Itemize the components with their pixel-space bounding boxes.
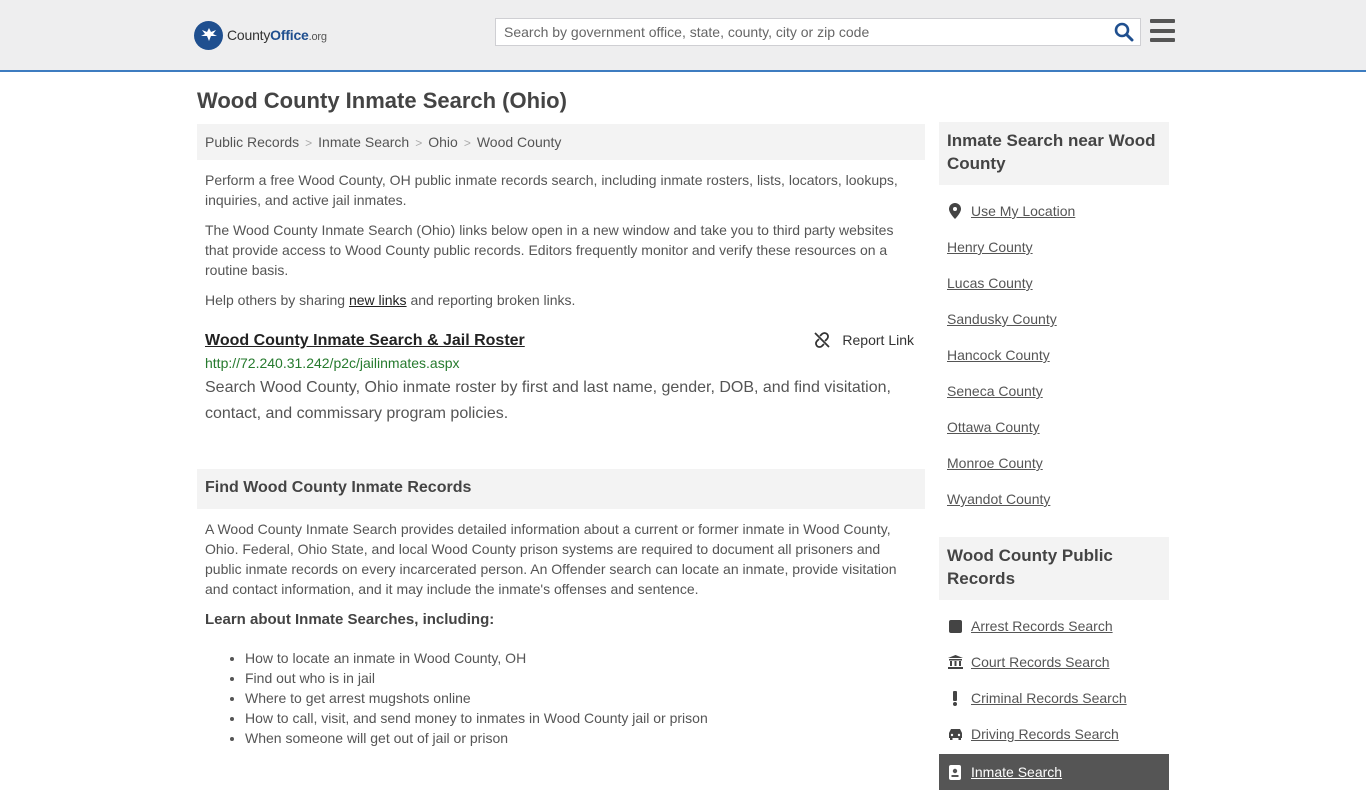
sidebar-item-monroe-county[interactable]: Monroe County xyxy=(947,445,1161,481)
breadcrumb-public-records[interactable]: Public Records xyxy=(205,134,299,150)
learn-list: How to locate an inmate in Wood County, … xyxy=(197,648,925,748)
county-link[interactable]: Monroe County xyxy=(947,455,1043,471)
breadcrumb-separator: > xyxy=(305,136,313,150)
arrest-records-link[interactable]: Arrest Records Search xyxy=(971,618,1113,634)
intro-paragraph-1: Perform a free Wood County, OH public in… xyxy=(205,172,898,208)
list-item: Find out who is in jail xyxy=(245,668,925,688)
menu-line xyxy=(1150,38,1175,42)
breadcrumb-separator: > xyxy=(463,136,471,150)
find-records-heading: Find Wood County Inmate Records xyxy=(197,469,925,509)
result-description: Search Wood County, Ohio inmate roster b… xyxy=(205,379,891,422)
public-records-list: Arrest Records Search Court Records Sear… xyxy=(939,600,1169,752)
nearby-list: Use My Location Henry County Lucas Count… xyxy=(939,185,1169,517)
search-bar xyxy=(495,18,1141,46)
search-icon xyxy=(1114,22,1134,42)
nearby-heading: Inmate Search near Wood County xyxy=(939,122,1169,185)
sidebar-item-use-location[interactable]: Use My Location xyxy=(947,193,1161,229)
sidebar-item-wyandot-county[interactable]: Wyandot County xyxy=(947,481,1161,517)
logo-office: Office xyxy=(270,27,309,43)
sidebar-item-hancock-county[interactable]: Hancock County xyxy=(947,337,1161,373)
inmate-search-link[interactable]: Inmate Search xyxy=(971,764,1062,780)
criminal-records-link[interactable]: Criminal Records Search xyxy=(971,690,1127,706)
list-item: Where to get arrest mugshots online xyxy=(245,688,925,708)
exclamation-icon xyxy=(947,690,963,706)
sidebar-item-inmate-search-active[interactable]: Inmate Search xyxy=(939,754,1169,790)
county-link[interactable]: Sandusky County xyxy=(947,311,1057,327)
county-link[interactable]: Hancock County xyxy=(947,347,1050,363)
sidebar-item-sandusky-county[interactable]: Sandusky County xyxy=(947,301,1161,337)
map-pin-icon xyxy=(947,203,963,219)
sidebar-item-henry-county[interactable]: Henry County xyxy=(947,229,1161,265)
sidebar-item-lucas-county[interactable]: Lucas County xyxy=(947,265,1161,301)
sidebar-item-criminal-records[interactable]: Criminal Records Search xyxy=(947,680,1161,716)
sidebar-item-arrest-records[interactable]: Arrest Records Search xyxy=(947,608,1161,644)
search-button[interactable] xyxy=(1114,22,1136,44)
sidebar-item-ottawa-county[interactable]: Ottawa County xyxy=(947,409,1161,445)
list-item: When someone will get out of jail or pri… xyxy=(245,728,925,748)
new-links-link[interactable]: new links xyxy=(349,292,407,308)
intro-text-after: and reporting broken links. xyxy=(406,292,576,308)
square-icon xyxy=(947,619,963,633)
site-logo[interactable]: CountyOffice.org xyxy=(194,20,327,50)
breadcrumb-inmate-search[interactable]: Inmate Search xyxy=(318,134,409,150)
find-records-body: A Wood County Inmate Search provides det… xyxy=(205,521,897,597)
intro-paragraph-2: The Wood County Inmate Search (Ohio) lin… xyxy=(205,222,894,278)
list-item: How to call, visit, and send money to in… xyxy=(245,708,925,728)
logo-eagle-icon xyxy=(194,20,223,50)
intro-paragraph-3: Help others by sharing new links and rep… xyxy=(197,290,925,310)
main-content: Public Records > Inmate Search > Ohio > Wood C… xyxy=(197,124,925,748)
county-link[interactable]: Lucas County xyxy=(947,275,1033,291)
courthouse-icon xyxy=(947,655,963,669)
court-records-link[interactable]: Court Records Search xyxy=(971,654,1110,670)
hamburger-menu-icon[interactable] xyxy=(1150,19,1175,42)
page-title: Wood County Inmate Search (Ohio) xyxy=(197,88,567,113)
result-url: http://72.240.31.242/p2c/jailinmates.asp… xyxy=(205,355,460,371)
breadcrumb-wood-county[interactable]: Wood County xyxy=(477,134,562,150)
site-header: CountyOffice.org xyxy=(0,0,1366,72)
list-item: How to locate an inmate in Wood County, … xyxy=(245,648,925,668)
breadcrumb: Public Records > Inmate Search > Ohio > Wood C… xyxy=(197,124,925,160)
use-location-link[interactable]: Use My Location xyxy=(971,203,1075,219)
logo-tld: .org xyxy=(308,31,327,43)
sidebar-item-seneca-county[interactable]: Seneca County xyxy=(947,373,1161,409)
breadcrumb-separator: > xyxy=(415,136,423,150)
sidebar-item-driving-records[interactable]: Driving Records Search xyxy=(947,716,1161,752)
result-item: Wood County Inmate Search & Jail Roster … xyxy=(197,332,925,427)
report-link-button[interactable]: Report Link xyxy=(814,332,914,348)
sidebar: Inmate Search near Wood County Use My Lo… xyxy=(939,122,1169,790)
search-input[interactable] xyxy=(496,19,1106,45)
menu-line xyxy=(1150,19,1175,23)
result-title-link[interactable]: Wood County Inmate Search & Jail Roster xyxy=(205,332,525,349)
public-records-heading: Wood County Public Records xyxy=(939,537,1169,600)
report-link-label: Report Link xyxy=(842,332,914,348)
logo-wordmark: CountyOffice.org xyxy=(227,27,327,43)
county-link[interactable]: Seneca County xyxy=(947,383,1043,399)
id-badge-icon xyxy=(947,764,963,780)
county-link[interactable]: Wyandot County xyxy=(947,491,1050,507)
menu-line xyxy=(1150,28,1175,33)
driving-records-link[interactable]: Driving Records Search xyxy=(971,726,1119,742)
learn-heading: Learn about Inmate Searches, including: xyxy=(205,611,495,628)
sidebar-item-court-records[interactable]: Court Records Search xyxy=(947,644,1161,680)
intro-text-before: Help others by sharing xyxy=(205,292,349,308)
car-icon xyxy=(947,728,963,740)
breadcrumb-ohio[interactable]: Ohio xyxy=(428,134,458,150)
broken-link-icon xyxy=(814,332,831,348)
county-link[interactable]: Ottawa County xyxy=(947,419,1040,435)
logo-county: County xyxy=(227,27,271,43)
county-link[interactable]: Henry County xyxy=(947,239,1033,255)
